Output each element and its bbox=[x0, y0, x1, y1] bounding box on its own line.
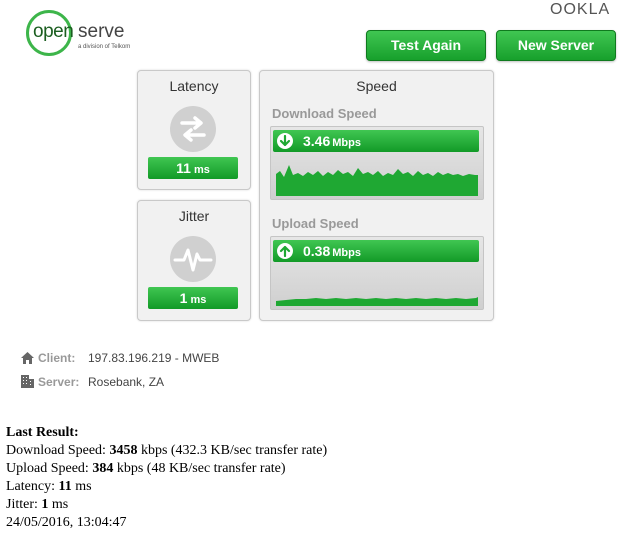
latency-title: Latency bbox=[169, 78, 219, 94]
download-unit: Mbps bbox=[332, 137, 361, 149]
upload-graph: 0.38 Mbps bbox=[270, 236, 484, 310]
server-label: Server: bbox=[38, 375, 80, 389]
last-upload-line: Upload Speed: 384 kbps (48 KB/sec transf… bbox=[6, 460, 327, 478]
download-arrow-icon bbox=[277, 133, 293, 149]
openserve-logo: open serve a division of Telkom bbox=[26, 10, 136, 56]
last-upload-prefix: Upload Speed: bbox=[6, 461, 93, 476]
last-jitter-prefix: Jitter: bbox=[6, 497, 42, 512]
jitter-unit: ms bbox=[190, 294, 207, 306]
latency-arrows-icon bbox=[170, 106, 216, 152]
logo-serve-text: serve bbox=[78, 21, 125, 42]
last-upload-suffix: kbps (48 KB/sec transfer rate) bbox=[113, 461, 286, 476]
ookla-logo: OOKLA bbox=[550, 1, 611, 18]
home-icon bbox=[21, 352, 34, 364]
last-latency-line: Latency: 11 ms bbox=[6, 478, 327, 496]
last-download-prefix: Download Speed: bbox=[6, 443, 110, 458]
logo-subtitle: a division of Telkom bbox=[78, 44, 131, 50]
upload-unit: Mbps bbox=[332, 247, 361, 259]
server-value: Rosebank, ZA bbox=[88, 375, 165, 389]
logo-open-text: open bbox=[33, 21, 74, 42]
client-value: 197.83.196.219 - MWEB bbox=[88, 351, 220, 365]
speed-panel: Speed Download Speed 3.46 Mbps Upload Spe… bbox=[259, 70, 494, 321]
new-server-button[interactable]: New Server bbox=[496, 30, 616, 61]
upload-speed-label: Upload Speed bbox=[272, 216, 359, 231]
client-info: Client: 197.83.196.219 - MWEB bbox=[21, 351, 219, 365]
latency-unit: ms bbox=[193, 164, 210, 176]
building-icon bbox=[21, 375, 34, 388]
latency-panel: Latency 11 ms bbox=[137, 70, 251, 190]
last-jitter-suffix: ms bbox=[48, 497, 69, 512]
client-label: Client: bbox=[38, 351, 76, 365]
last-download-suffix: kbps (432.3 KB/sec transfer rate) bbox=[137, 443, 328, 458]
last-latency-prefix: Latency: bbox=[6, 479, 59, 494]
latency-value-bar: 11 ms bbox=[148, 157, 238, 179]
jitter-value: 1 bbox=[179, 290, 188, 306]
download-graph: 3.46 Mbps bbox=[270, 126, 484, 200]
test-again-button[interactable]: Test Again bbox=[366, 30, 486, 61]
server-info: Server: Rosebank, ZA bbox=[21, 375, 164, 389]
download-speed-label: Download Speed bbox=[272, 106, 377, 121]
last-upload-kbps: 384 bbox=[92, 461, 114, 476]
latency-value: 11 bbox=[176, 160, 191, 176]
last-download-line: Download Speed: 3458 kbps (432.3 KB/sec … bbox=[6, 442, 327, 460]
upload-value-bar: 0.38 Mbps bbox=[273, 240, 479, 262]
jitter-value-bar: 1 ms bbox=[148, 287, 238, 309]
jitter-title: Jitter bbox=[178, 208, 210, 224]
jitter-pulse-icon bbox=[170, 236, 216, 282]
last-jitter-line: Jitter: 1 ms bbox=[6, 496, 327, 514]
jitter-panel: Jitter 1 ms bbox=[137, 200, 251, 321]
last-timestamp: 24/05/2016, 13:04:47 bbox=[6, 515, 127, 530]
download-value: 3.46 bbox=[303, 133, 331, 149]
upload-value: 0.38 bbox=[303, 243, 331, 259]
upload-arrow-icon bbox=[277, 243, 293, 259]
last-latency-suffix: ms bbox=[71, 479, 92, 494]
last-download-kbps: 3458 bbox=[109, 443, 138, 458]
download-value-bar: 3.46 Mbps bbox=[273, 130, 479, 152]
speed-title: Speed bbox=[356, 78, 397, 94]
last-result: Last Result: Download Speed: 3458 kbps (… bbox=[6, 424, 327, 532]
last-result-heading: Last Result: bbox=[6, 425, 79, 440]
last-latency-value: 11 bbox=[58, 479, 72, 494]
